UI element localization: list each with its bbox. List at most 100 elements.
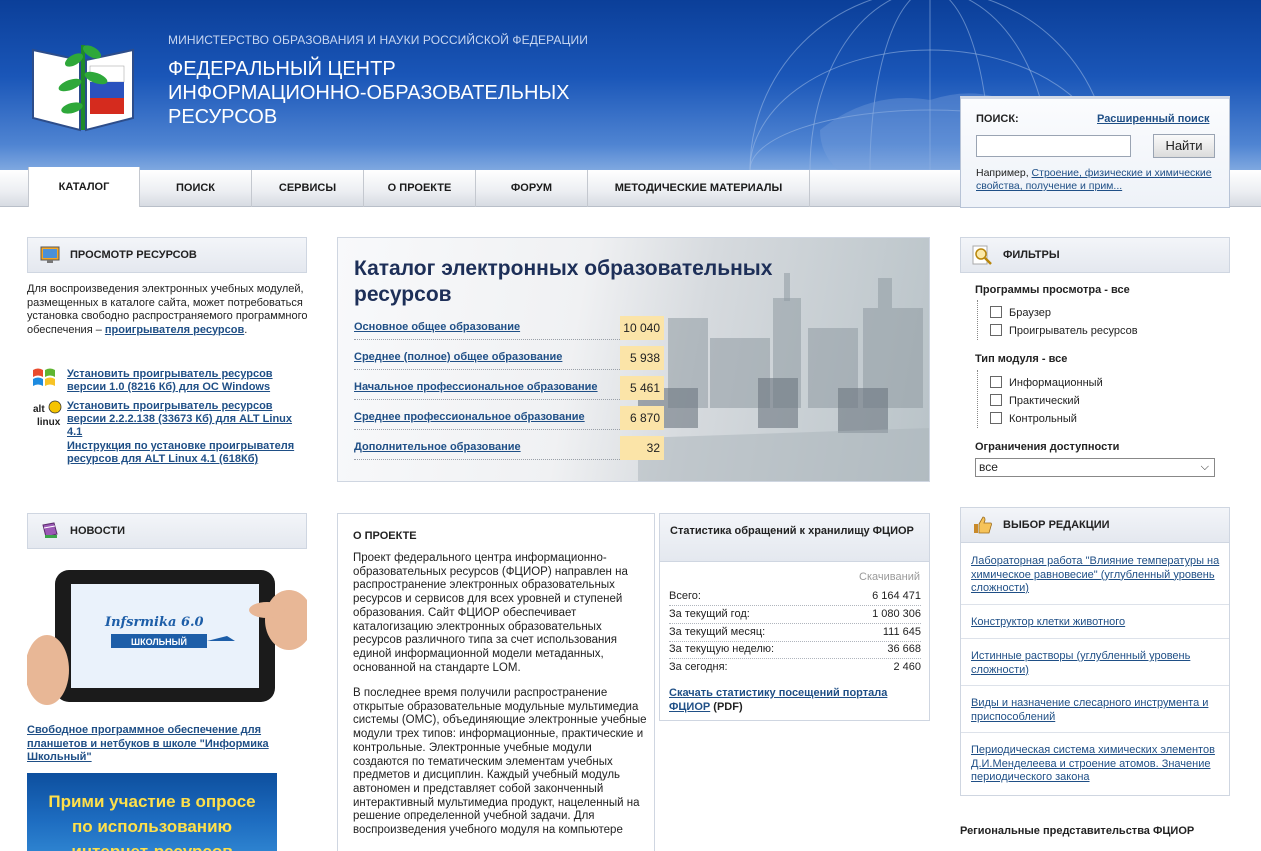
tree-line: [977, 370, 978, 428]
catalog-row-count: 32: [620, 436, 664, 460]
pick-link[interactable]: Конструктор клетки животного: [971, 616, 1221, 630]
browse-description: Для воспроизведения электронных учебных …: [27, 283, 312, 337]
checkbox[interactable]: [990, 376, 1002, 388]
catalog-row-count: 6 870: [620, 406, 664, 430]
stats-row: За текущий месяц: 111 645: [669, 624, 921, 642]
stats-panel: Статистика обращений к хранилищу ФЦИОР С…: [659, 513, 930, 721]
stats-download: Скачать статистику посещений портала ФЦИ…: [669, 686, 919, 714]
book-icon: [42, 522, 58, 538]
checkbox[interactable]: [990, 306, 1002, 318]
search-input[interactable]: [976, 135, 1131, 157]
stats-label: За текущий год:: [669, 608, 750, 620]
catalog-row-link[interactable]: Среднее профессиональное образование: [354, 411, 585, 423]
catalog-row-count: 10 040: [620, 316, 664, 340]
catalog-row-link[interactable]: Начальное профессиональное образование: [354, 381, 598, 393]
chevron-down-icon: ⌵: [1200, 461, 1209, 473]
divider: [961, 638, 1229, 639]
filter-option[interactable]: Браузер: [990, 306, 1051, 320]
access-select-value: все: [979, 460, 998, 474]
survey-line: Прими участие в опросе: [48, 792, 256, 811]
divider: [961, 732, 1229, 733]
ministry-name: МИНИСТЕРСТВО ОБРАЗОВАНИЯ И НАУКИ РОССИЙС…: [168, 33, 588, 47]
news-title: НОВОСТИ: [70, 525, 126, 537]
about-paragraph: В последнее время получили распространен…: [353, 687, 647, 837]
checkbox[interactable]: [990, 324, 1002, 336]
alt-instructions-link[interactable]: Инструкция по установке проигрывателя ре…: [67, 440, 297, 466]
browse-panel-title: ПРОСМОТР РЕСУРСОВ: [70, 249, 197, 261]
stats-label: Всего:: [669, 590, 701, 602]
tree-line: [977, 300, 978, 340]
svg-text:alt: alt: [33, 404, 45, 415]
monitor-icon: [40, 246, 60, 263]
search-button[interactable]: Найти: [1153, 134, 1215, 158]
filter-option-label: Контрольный: [1009, 413, 1077, 425]
catalog-row: Начальное профессиональное образование 5…: [354, 376, 664, 400]
site-title-line: ФЕДЕРАЛЬНЫЙ ЦЕНТР: [168, 58, 396, 80]
catalog-panel: Каталог электронных образовательных ресу…: [337, 237, 930, 482]
stats-value: 1 080 306: [872, 608, 921, 620]
catalog-row-link[interactable]: Основное общее образование: [354, 321, 520, 333]
catalog-title: Каталог электронных образовательных ресу…: [354, 257, 773, 306]
catalog-row-link[interactable]: Среднее (полное) общее образование: [354, 351, 562, 363]
filter-option[interactable]: Информационный: [990, 376, 1103, 390]
catalog-row: Среднее (полное) общее образование 5 938: [354, 346, 664, 370]
catalog-row-count: 5 938: [620, 346, 664, 370]
tablet-brand: Infsrmika 6.0: [104, 615, 204, 630]
stats-download-link[interactable]: Скачать статистику посещений портала ФЦИ…: [669, 687, 887, 713]
pick-link[interactable]: Лабораторная работа "Влияние температуры…: [971, 555, 1221, 596]
nav-methodical[interactable]: МЕТОДИЧЕСКИЕ МАТЕРИАЛЫ: [588, 170, 810, 207]
catalog-row: Основное общее образование 10 040: [354, 316, 664, 340]
nav-services[interactable]: СЕРВИСЫ: [252, 170, 364, 207]
download-alt-link[interactable]: Установить проигрыватель ресурсов версии…: [67, 400, 297, 439]
catalog-row-link[interactable]: Дополнительное образование: [354, 441, 521, 453]
stats-column-header: Скачиваний: [859, 571, 920, 583]
pick-link[interactable]: Виды и назначение слесарного инструмента…: [971, 697, 1221, 724]
site-title-line: ИНФОРМАЦИОННО-ОБРАЗОВАТЕЛЬНЫХ: [168, 82, 570, 104]
stats-row: За текущий год: 1 080 306: [669, 606, 921, 624]
nav-forum[interactable]: ФОРУМ: [476, 170, 588, 207]
divider: [961, 685, 1229, 686]
regional-title: Региональные представительства ФЦИОР: [960, 825, 1195, 837]
player-link[interactable]: проигрывателя ресурсов: [105, 324, 244, 336]
checkbox[interactable]: [990, 412, 1002, 424]
browse-text-end: .: [244, 323, 248, 336]
thumbs-up-icon: [974, 516, 992, 534]
picks-title: ВЫБОР РЕДАКЦИИ: [1003, 519, 1110, 531]
catalog-row: Среднее профессиональное образование 6 8…: [354, 406, 664, 430]
alt-linux-icon: alt linux: [31, 399, 63, 429]
filter-option-label: Информационный: [1009, 377, 1103, 389]
catalog-row-count: 5 461: [620, 376, 664, 400]
filter-option-label: Браузер: [1009, 307, 1051, 319]
advanced-search-link[interactable]: Расширенный поиск: [1097, 113, 1209, 125]
checkbox[interactable]: [990, 394, 1002, 406]
search-example-prefix: Например,: [976, 167, 1032, 179]
editor-picks-panel: ВЫБОР РЕДАКЦИИ Лабораторная работа "Влия…: [960, 507, 1230, 796]
browse-panel-header: ПРОСМОТР РЕСУРСОВ: [27, 237, 307, 273]
stats-row: За текущую неделю: 36 668: [669, 641, 921, 659]
nav-search[interactable]: ПОИСК: [140, 170, 252, 207]
survey-line: интернет-ресурсов: [27, 839, 277, 851]
pick-link[interactable]: Периодическая система химических элемент…: [971, 744, 1221, 785]
about-paragraph: Проект федерального центра информационно…: [353, 552, 628, 674]
tablet-image[interactable]: Infsrmika 6.0 ШКОЛЬНЫЙ: [27, 560, 307, 720]
nav-catalog[interactable]: КАТАЛОГ: [28, 167, 140, 207]
site-logo[interactable]: [28, 30, 138, 138]
filter-option-label: Проигрыватель ресурсов: [1009, 325, 1138, 337]
pick-link[interactable]: Истинные растворы (углубленный уровень с…: [971, 650, 1221, 677]
stats-label: За текущую неделю:: [669, 643, 775, 655]
search-panel: ПОИСК: Расширенный поиск Найти Например,…: [960, 96, 1230, 208]
filter-option[interactable]: Практический: [990, 394, 1080, 408]
catalog-row: Дополнительное образование 32: [354, 436, 664, 460]
filter-option[interactable]: Проигрыватель ресурсов: [990, 324, 1138, 338]
filter-option[interactable]: Контрольный: [990, 412, 1077, 426]
stats-title: Статистика обращений к хранилищу ФЦИОР: [660, 514, 929, 562]
survey-banner[interactable]: Прими участие в опросе по использованию …: [27, 773, 277, 851]
stats-label: За сегодня:: [669, 661, 728, 673]
access-select[interactable]: все ⌵: [975, 458, 1215, 477]
magnifier-icon: [972, 245, 992, 265]
download-windows-link[interactable]: Установить проигрыватель ресурсов версии…: [67, 368, 297, 394]
nav-about[interactable]: О ПРОЕКТЕ: [364, 170, 476, 207]
about-title: О ПРОЕКТЕ: [353, 530, 417, 542]
news-link[interactable]: Свободное программное обеспечение для пл…: [27, 724, 307, 765]
site-title[interactable]: ФЕДЕРАЛЬНЫЙ ЦЕНТР ИНФОРМАЦИОННО-ОБРАЗОВА…: [168, 57, 588, 129]
